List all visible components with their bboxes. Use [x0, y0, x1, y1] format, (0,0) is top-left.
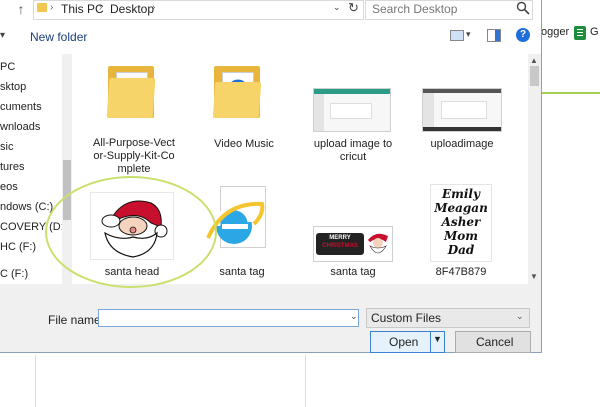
file-item-image[interactable]: MERRY CHRISTMAS	[313, 226, 393, 262]
background-divider	[305, 355, 306, 407]
chevron-down-icon[interactable]: ▼	[433, 334, 442, 344]
file-type-value: Custom Files	[371, 311, 442, 325]
preview-pane-icon[interactable]	[487, 29, 501, 42]
file-name: santa tag	[219, 266, 265, 278]
file-item-folder[interactable]	[196, 60, 282, 140]
view-options-icon[interactable]	[450, 30, 464, 41]
sheets-icon[interactable]	[574, 26, 586, 40]
file-item-image[interactable]: Emily Meagan Asher Mom Dad	[430, 184, 492, 262]
file-item-image[interactable]	[313, 88, 391, 132]
chevron-down-icon[interactable]: ▾	[466, 29, 471, 40]
nav-item-pictures[interactable]: tures	[0, 161, 24, 173]
merry-christmas-thumbnail: MERRY CHRISTMAS	[313, 226, 393, 262]
chevron-down-icon[interactable]: ⌄	[516, 311, 524, 322]
file-name-input[interactable]	[98, 309, 359, 327]
santa-icon	[368, 233, 388, 254]
folder-icon	[37, 3, 47, 12]
folder-front	[212, 82, 262, 118]
nav-item-desktop[interactable]: sktop	[0, 81, 26, 93]
scroll-down-icon[interactable]: ▼	[530, 272, 538, 281]
new-folder-button[interactable]: New folder	[30, 30, 87, 44]
background-accent-line	[541, 92, 600, 94]
cancel-button-label[interactable]: Cancel	[476, 335, 513, 349]
nav-item-music[interactable]: sic	[0, 141, 13, 153]
thumb-name-meagan: Meagan	[434, 201, 488, 215]
search-placeholder: Search Desktop	[372, 2, 458, 16]
background-app	[540, 0, 600, 407]
nav-item-drive-f[interactable]: C (F:)	[0, 268, 28, 280]
screenshot-thumbnail	[313, 88, 391, 132]
nav-item-documents[interactable]: cuments	[0, 101, 42, 113]
thumb-text-christmas: CHRISTMAS	[322, 243, 358, 249]
file-scrollbar[interactable]	[528, 54, 541, 284]
screenshot-thumbnail	[422, 88, 502, 132]
file-item-image[interactable]	[422, 88, 502, 132]
file-name: All-Purpose-Vect or-Supply-Kit-Co mplete	[93, 137, 175, 175]
file-name: santa tag	[330, 266, 376, 278]
nav-item-this-pc[interactable]: PC	[0, 61, 15, 73]
up-arrow-icon[interactable]: ↑	[14, 1, 28, 17]
search-icon[interactable]	[516, 1, 530, 15]
blogger-tab-label[interactable]: ogger	[541, 26, 569, 38]
chevron-down-icon[interactable]: ⌄	[350, 311, 358, 322]
nav-item-downloads[interactable]: wnloads	[0, 121, 40, 133]
chevron-down-icon[interactable]: ⌄	[333, 2, 341, 13]
nav-item-windows-c[interactable]: ndows (C:)	[0, 201, 53, 213]
thumb-name-dad: Dad	[447, 243, 475, 257]
thumb-name-mom: Mom	[444, 229, 478, 243]
organize-caret-icon[interactable]: ▾	[0, 30, 5, 41]
scroll-up-icon[interactable]: ▲	[530, 56, 538, 65]
open-button-label[interactable]: Open	[389, 335, 418, 349]
file-scrollbar-thumb[interactable]	[530, 66, 539, 86]
highlight-circle	[45, 176, 217, 288]
file-name: uploadimage	[430, 138, 494, 150]
thumb-name-emily: Emily	[442, 187, 480, 201]
refresh-icon[interactable]: ↻	[348, 0, 359, 16]
file-name: upload image to cricut	[313, 138, 393, 163]
family-names-thumbnail: Emily Meagan Asher Mom Dad	[430, 184, 492, 262]
breadcrumb-desktop[interactable]: Desktop	[110, 2, 154, 16]
nav-item-videos[interactable]: eos	[0, 181, 18, 193]
help-icon[interactable]: ?	[516, 28, 530, 42]
thumb-name-asher: Asher	[441, 215, 481, 229]
background-bottom-area	[0, 352, 600, 407]
file-name: Video Music	[214, 138, 274, 150]
background-divider	[35, 355, 36, 407]
nav-item-sdhc-f[interactable]: HC (F:)	[0, 241, 36, 253]
breadcrumb-separator[interactable]: ›	[50, 2, 53, 13]
breadcrumb-this-pc[interactable]: This PC	[61, 2, 104, 16]
breadcrumb-separator[interactable]: ›	[152, 2, 155, 13]
sheets-tab-label[interactable]: G	[590, 26, 599, 38]
file-name-label: File name:	[48, 313, 105, 327]
breadcrumb-separator[interactable]: ›	[99, 2, 102, 13]
folder-front	[106, 78, 156, 118]
thumb-text-merry: MERRY	[329, 235, 351, 241]
file-name: 8F47B879	[435, 266, 487, 278]
